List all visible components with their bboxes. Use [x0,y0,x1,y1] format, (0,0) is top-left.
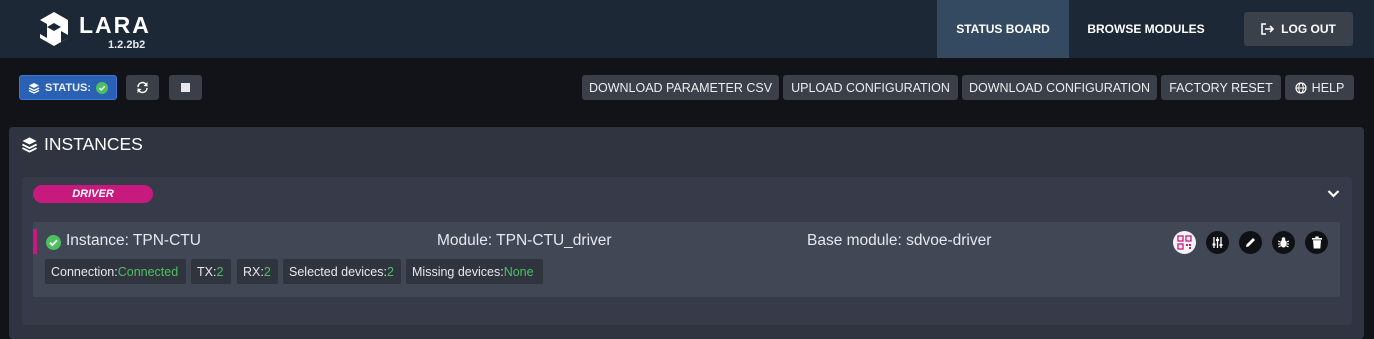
missing-devices-chip: Missing devices: None [406,259,543,284]
connection-value: Connected [117,264,179,279]
layers-icon [28,82,40,94]
check-circle-icon [96,81,109,94]
instances-header: INSTANCES [21,134,143,155]
connection-label: Connection: [51,264,118,279]
globe-icon [1295,81,1307,94]
brand-name: LARA [79,12,151,38]
factory-reset-button[interactable]: FACTORY RESET [1161,75,1281,100]
download-parameter-csv-button[interactable]: DOWNLOAD PARAMETER CSV [582,75,779,100]
pencil-icon [1246,238,1255,247]
qr-code-icon [1177,235,1192,250]
refresh-button[interactable] [126,75,159,100]
version-label: 1.2.2b2 [108,39,146,51]
rx-count-chip: RX: 2 [237,259,278,284]
tx-label: TX: [197,264,217,279]
delete-button[interactable] [1305,231,1328,254]
edit-button[interactable] [1239,231,1262,254]
instances-title: INSTANCES [44,134,143,154]
status-label: STATUS: [44,81,92,94]
tx-value: 2 [216,264,224,279]
debug-button[interactable] [1272,231,1295,254]
status-button[interactable]: STATUS: [19,75,117,100]
help-button[interactable]: HELP [1285,75,1354,100]
rx-value: 2 [263,264,271,279]
chevron-down-icon[interactable] [1326,186,1341,201]
bug-icon [1277,237,1290,248]
tab-browse-modules[interactable]: BROWSE MODULES [1069,0,1223,58]
rx-label: RX: [243,264,264,279]
refresh-icon [137,81,148,94]
base-module-name: Base module: sdvoe-driver [807,232,992,249]
logout-label: LOG OUT [1281,22,1336,36]
logout-button[interactable]: LOG OUT [1244,12,1353,46]
instance-accent-bar [33,229,37,254]
layers-icon [22,137,37,153]
module-name: Module: TPN-CTU_driver [437,232,612,249]
selected-devices-label: Selected devices: [289,264,387,279]
upload-configuration-button[interactable]: UPLOAD CONFIGURATION [783,75,958,100]
missing-devices-value: None [503,264,534,279]
missing-devices-label: Missing devices: [412,264,504,279]
tx-count-chip: TX: 2 [191,259,231,284]
sliders-icon [1212,237,1223,248]
connection-status-chip: Connection: Connected [45,259,186,284]
selected-devices-chip: Selected devices: 2 [283,259,401,284]
instance-name: Instance: TPN-CTU [66,232,201,249]
lara-logo-icon [40,12,68,46]
download-configuration-button[interactable]: DOWNLOAD CONFIGURATION [962,75,1157,100]
sign-out-icon [1261,23,1275,35]
qr-code-button[interactable] [1173,231,1196,254]
trash-icon [1311,236,1322,249]
stop-icon [181,83,190,92]
check-circle-icon [46,235,61,250]
selected-devices-value: 2 [386,264,394,279]
driver-badge: DRIVER [33,185,153,203]
tab-status-board[interactable]: STATUS BOARD [937,0,1069,58]
configure-button[interactable] [1206,231,1229,254]
help-label: HELP [1311,80,1345,95]
stop-button[interactable] [169,75,202,100]
